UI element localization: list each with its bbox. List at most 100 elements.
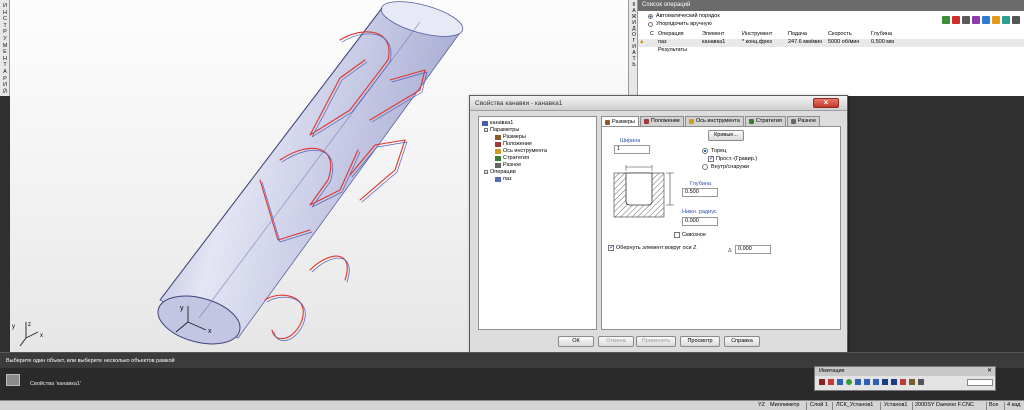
curves-button[interactable]: Кривые...: [708, 130, 744, 141]
status-setup[interactable]: Установ1: [884, 402, 907, 408]
radio-auto-dot[interactable]: [648, 13, 653, 19]
right-tool-strip[interactable]: КАЖИДОГИАТЬ: [628, 0, 637, 96]
left-tool-strip[interactable]: ИНСТРУМЕНТАРИЙ: [0, 0, 10, 96]
tool-axis-icon: [495, 148, 501, 154]
sim-reset-icon[interactable]: [819, 379, 825, 385]
sort-icon[interactable]: [982, 16, 990, 24]
stop-icon[interactable]: [952, 16, 960, 24]
col-operation[interactable]: Операция: [658, 31, 684, 37]
operation-row[interactable]: ▲ паз канавка1 * конц.фрез 247.6 мм/мин …: [638, 39, 1024, 47]
tree-root[interactable]: канавка1: [482, 120, 513, 126]
sim-play-icon[interactable]: [846, 379, 852, 385]
simulation-titlebar[interactable]: Имитация ✕: [815, 367, 995, 376]
face-radio[interactable]: [702, 148, 708, 154]
depth-input[interactable]: 0.500: [682, 188, 718, 197]
collapse-icon[interactable]: –: [484, 128, 488, 132]
left-strip-letter: Е: [3, 49, 7, 56]
sim-tool-icon[interactable]: [882, 379, 888, 385]
tree-ops[interactable]: – Операции: [484, 169, 516, 175]
status-layer[interactable]: Слой 1: [810, 402, 828, 408]
col-element[interactable]: Элемент: [702, 31, 724, 37]
preview-button[interactable]: Просмотр: [680, 336, 720, 347]
bottom-radius-input[interactable]: 0.000: [682, 217, 718, 226]
world-axis-z-label: z: [28, 322, 31, 328]
status-machine[interactable]: 2000SY Daewoo F.CNC: [915, 402, 974, 408]
sim-settings-icon[interactable]: [909, 379, 915, 385]
width-input[interactable]: 1: [614, 145, 650, 154]
apply-button[interactable]: Применить: [636, 336, 676, 347]
sim-end-icon[interactable]: [873, 379, 879, 385]
radio-manual-dot[interactable]: [648, 21, 653, 27]
sim-pause-icon[interactable]: [855, 379, 861, 385]
tree-misc[interactable]: Разное: [495, 162, 521, 168]
wrap-checkbox[interactable]: ✓: [608, 245, 614, 251]
radio-auto-label: Автоматический порядок: [656, 13, 720, 19]
tree-params[interactable]: – Параметры: [484, 127, 519, 133]
help-icon[interactable]: [1012, 16, 1020, 24]
sim-path-icon[interactable]: [900, 379, 906, 385]
sim-stop-icon[interactable]: [828, 379, 834, 385]
status-ucs[interactable]: ЛСК_Установ1: [836, 402, 873, 408]
results-row[interactable]: Результаты: [638, 47, 1024, 55]
instrumentary-tab-label[interactable]: ИНСТРУМЕНТАРИЙ: [2, 3, 8, 95]
tree-root-label: канавка1: [490, 120, 514, 126]
through-checkbox[interactable]: [674, 232, 680, 238]
ok-button[interactable]: ОК: [558, 336, 594, 347]
op-warning-icon: ▲: [639, 39, 645, 45]
cancel-button[interactable]: Отмена: [598, 336, 634, 347]
col-feed[interactable]: Подача: [788, 31, 807, 37]
dialog-tabs[interactable]: Размеры Положение Ось инструмента Страте…: [601, 116, 821, 127]
status-plane[interactable]: YZ: [758, 402, 765, 408]
tree-position-label: Положение: [503, 141, 533, 147]
left-strip-letter: И: [3, 3, 7, 9]
depth-label: Глубина: [690, 181, 712, 187]
refresh-icon[interactable]: [1002, 16, 1010, 24]
simulation-speed-slider[interactable]: [967, 379, 993, 386]
col-speed[interactable]: Скорость: [828, 31, 852, 37]
command-history-icon[interactable]: [6, 374, 20, 386]
radio-auto-order[interactable]: Автоматический порядок: [648, 13, 720, 19]
operations-toolbar[interactable]: [942, 16, 1020, 24]
dimensions-icon: [495, 134, 501, 140]
list-icon[interactable]: [962, 16, 970, 24]
properties-tree[interactable]: канавка1 – Параметры Размеры Положение О…: [478, 116, 597, 330]
radio-manual-order[interactable]: Упорядочить вручную: [648, 21, 712, 27]
sim-forward-icon[interactable]: [864, 379, 870, 385]
status-units[interactable]: Миллиметр: [770, 402, 799, 408]
sim-stock-icon[interactable]: [891, 379, 897, 385]
wrap-angle-input[interactable]: 0.000: [735, 245, 771, 254]
groove-properties-dialog: Свойства канавки - канавка1 × канавка1 –…: [469, 95, 848, 354]
collapse-icon[interactable]: –: [484, 170, 488, 174]
status-filter[interactable]: Все: [989, 402, 998, 408]
col-tool[interactable]: Инструмент: [742, 31, 772, 37]
tab-tool-axis-label: Ось инструмента: [695, 118, 740, 124]
filter-icon[interactable]: [972, 16, 980, 24]
operation-icon: [495, 176, 501, 182]
tab-misc[interactable]: Разное: [786, 116, 821, 126]
tree-dims[interactable]: Размеры: [495, 134, 526, 140]
in-out-radio[interactable]: [702, 164, 708, 170]
sim-step-icon[interactable]: [837, 379, 843, 385]
tree-tool-axis[interactable]: Ось инструмента: [495, 148, 547, 154]
op-speed: 5000 об/мин: [828, 39, 860, 45]
tree-position[interactable]: Положение: [495, 141, 532, 147]
close-icon[interactable]: ✕: [987, 367, 992, 376]
help-button[interactable]: Справка: [724, 336, 760, 347]
tab-strategy[interactable]: Стратегия: [744, 116, 786, 126]
dialog-titlebar[interactable]: Свойства канавки - канавка1 ×: [470, 96, 847, 111]
tab-position[interactable]: Положение: [639, 116, 684, 126]
tree-strategy[interactable]: Стратегия: [495, 155, 529, 161]
simulation-controls[interactable]: [819, 379, 924, 385]
left-strip-letter: Н: [3, 9, 7, 16]
left-strip-letter: Р: [3, 29, 7, 36]
engrave-checkbox[interactable]: ✓: [708, 156, 714, 162]
close-icon[interactable]: ×: [813, 98, 839, 108]
tree-op-item[interactable]: паз: [495, 176, 512, 182]
results-label: Результаты: [658, 47, 687, 53]
play-icon[interactable]: [942, 16, 950, 24]
col-depth[interactable]: Глубина: [871, 31, 892, 37]
sim-options-icon[interactable]: [918, 379, 924, 385]
warning-icon[interactable]: [992, 16, 1000, 24]
tab-tool-axis[interactable]: Ось инструмента: [684, 116, 744, 126]
col-status[interactable]: С: [650, 31, 654, 37]
